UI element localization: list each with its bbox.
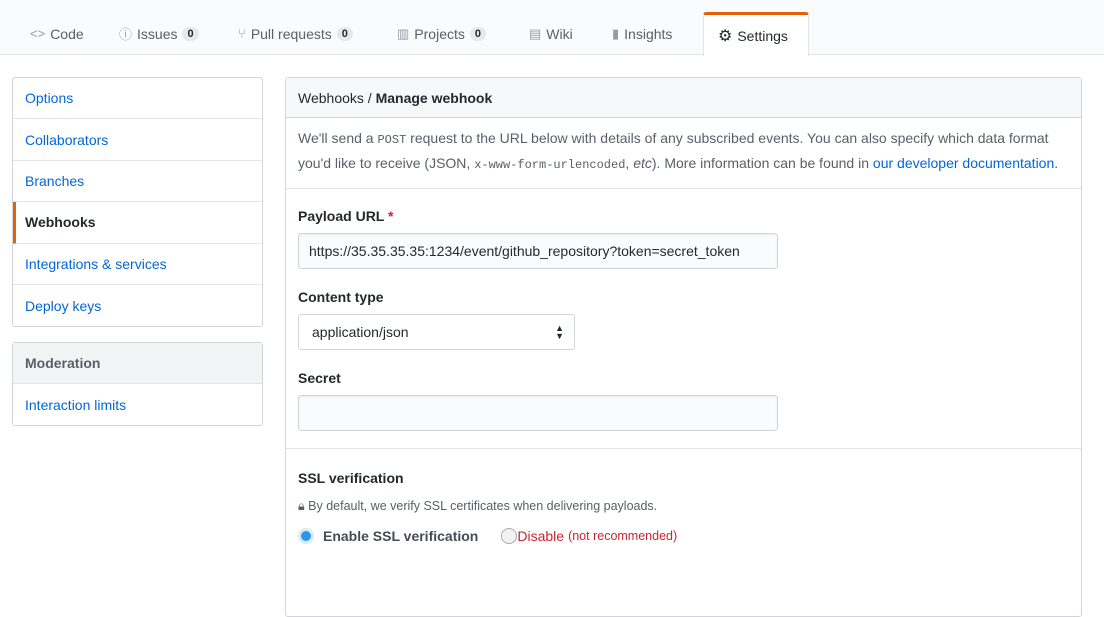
graph-icon: ▮	[612, 25, 620, 41]
tab-label: Projects	[414, 25, 465, 42]
pull-request-icon: ⑂	[238, 26, 246, 41]
repo-tabs: <> Code ⓘ Issues 0 ⑂ Pull requests 0 ▥ Project…	[0, 0, 1104, 56]
payload-url-label: Payload URL *	[298, 208, 1069, 224]
separator: /	[363, 89, 376, 106]
disable-note: (not recommended)	[568, 529, 678, 543]
code: POST	[377, 133, 407, 147]
sidebar-item-options[interactable]: Options	[13, 78, 262, 120]
count-badge: 0	[469, 26, 486, 41]
tab-label: Code	[50, 25, 84, 42]
moderation-heading: Moderation	[13, 343, 262, 384]
secret-input[interactable]	[298, 395, 778, 431]
sidebar-item-deploy-keys[interactable]: Deploy keys	[13, 285, 262, 326]
text: etc	[633, 154, 652, 171]
payload-url-input[interactable]: https://35.35.35.35:1234/event/github_re…	[298, 233, 778, 269]
ssl-title: SSL verification	[298, 470, 404, 486]
gear-icon: ⚙	[718, 27, 733, 45]
count-badge: 0	[182, 26, 199, 41]
intro-text: We'll send a POST request to the URL bel…	[286, 118, 1081, 189]
disable-ssl-label[interactable]: Disable	[517, 528, 564, 544]
tab-insights[interactable]: ▮ Insights	[598, 12, 686, 55]
sidebar-item-interaction-limits[interactable]: Interaction limits	[13, 384, 262, 425]
tab-label: Settings	[737, 27, 788, 44]
ssl-section: SSL verification 🔒︎ By default, we verif…	[286, 470, 1081, 544]
ssl-note: 🔒︎ By default, we verify SSL certificate…	[298, 499, 1069, 514]
moderation-menu: Moderation Interaction limits	[12, 342, 263, 427]
tab-settings[interactable]: ⚙ Settings	[703, 12, 809, 56]
ssl-options: Enable SSL verification Disable (not rec…	[298, 528, 1069, 544]
sidebar-item-collaborators[interactable]: Collaborators	[13, 119, 262, 161]
code-icon: <>	[30, 26, 46, 41]
webhook-panel: Webhooks / Manage webhook We'll send a P…	[285, 77, 1082, 617]
count-badge: 0	[336, 26, 353, 41]
tab-label: Insights	[624, 25, 673, 42]
content-type-label: Content type	[298, 289, 384, 305]
note-text: By default, we verify SSL certificates w…	[308, 499, 658, 513]
page-title: Manage webhook	[375, 89, 493, 106]
settings-menu: Options Collaborators Branches Webhooks …	[12, 77, 263, 328]
tab-code[interactable]: <> Code	[16, 12, 98, 55]
lock-icon: 🔒︎	[298, 499, 305, 513]
issue-icon: ⓘ	[119, 27, 133, 42]
tab-label: Wiki	[546, 25, 573, 42]
tab-label: Issues	[137, 25, 178, 42]
disable-ssl-radio[interactable]	[501, 528, 518, 544]
sidebar-item-webhooks[interactable]: Webhooks	[13, 202, 262, 244]
select-value: application/json	[312, 324, 409, 340]
text: We'll send a	[298, 130, 378, 146]
required-marker: *	[388, 208, 394, 224]
secret-label: Secret	[298, 370, 341, 386]
text: .	[1054, 154, 1059, 171]
sidebar-item-branches[interactable]: Branches	[13, 161, 262, 203]
select-arrows-icon: ▲ ▼	[555, 323, 564, 341]
developer-docs-link[interactable]: our developer documentation	[873, 155, 1054, 171]
tab-pull-requests[interactable]: ⑂ Pull requests 0	[224, 12, 367, 55]
enable-ssl-radio[interactable]	[298, 528, 314, 544]
book-icon: ▤	[529, 25, 542, 41]
breadcrumb-webhooks[interactable]: Webhooks	[298, 90, 364, 106]
tab-projects[interactable]: ▥ Projects 0	[383, 12, 500, 55]
project-icon: ▥	[397, 25, 410, 41]
code: x-www-form-urlencoded	[474, 157, 626, 172]
form-section: Payload URL * https://35.35.35.35:1234/e…	[286, 208, 1081, 449]
label-text: Payload URL	[298, 208, 385, 224]
enable-ssl-label[interactable]: Enable SSL verification	[323, 528, 478, 544]
sidebar-item-integrations[interactable]: Integrations & services	[13, 244, 262, 285]
text: ). More information can be found in	[651, 154, 873, 171]
tab-wiki[interactable]: ▤ Wiki	[515, 12, 587, 55]
tab-label: Pull requests	[250, 25, 332, 42]
tab-issues[interactable]: ⓘ Issues 0	[105, 12, 213, 55]
content-type-select[interactable]: application/json ▲ ▼	[298, 314, 575, 350]
breadcrumb: Webhooks / Manage webhook	[286, 78, 1081, 118]
